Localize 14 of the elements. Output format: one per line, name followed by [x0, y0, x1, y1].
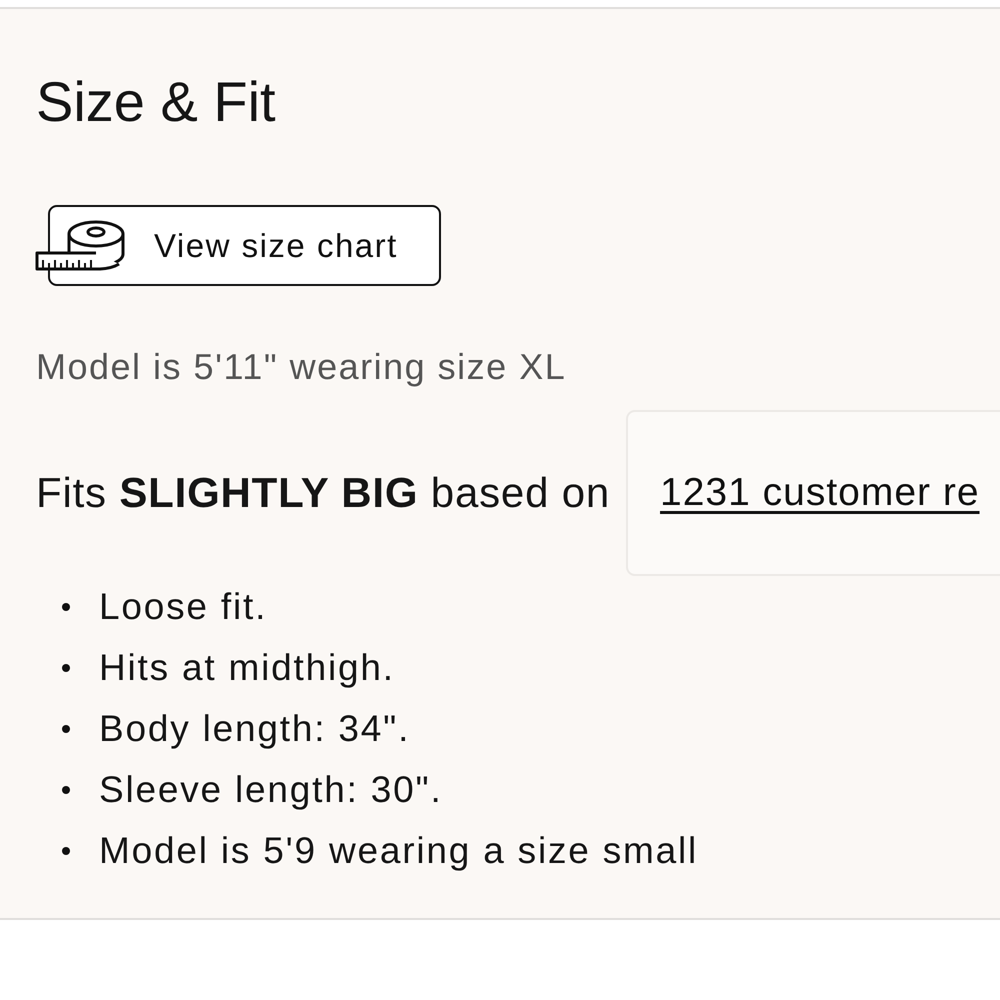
bullet-icon	[62, 724, 70, 732]
bullet-icon	[62, 664, 70, 672]
bullet-icon	[62, 602, 70, 610]
detail-text: Model is 5'9 wearing a size small	[99, 830, 698, 872]
customer-reviews-link[interactable]: 1231 customer re	[660, 470, 980, 516]
bullet-icon	[62, 846, 70, 854]
detail-text: Hits at midthigh.	[99, 646, 395, 688]
section-title: Size & Fit	[36, 69, 277, 134]
fit-summary-text: Fits SLIGHTLY BIG based on	[36, 469, 610, 517]
detail-text: Body length: 34".	[99, 708, 410, 750]
detail-text: Sleeve length: 30".	[99, 768, 443, 810]
bullet-icon	[62, 786, 70, 794]
detail-text: Loose fit.	[99, 586, 268, 628]
model-note: Model is 5'11" wearing size XL	[36, 347, 568, 387]
